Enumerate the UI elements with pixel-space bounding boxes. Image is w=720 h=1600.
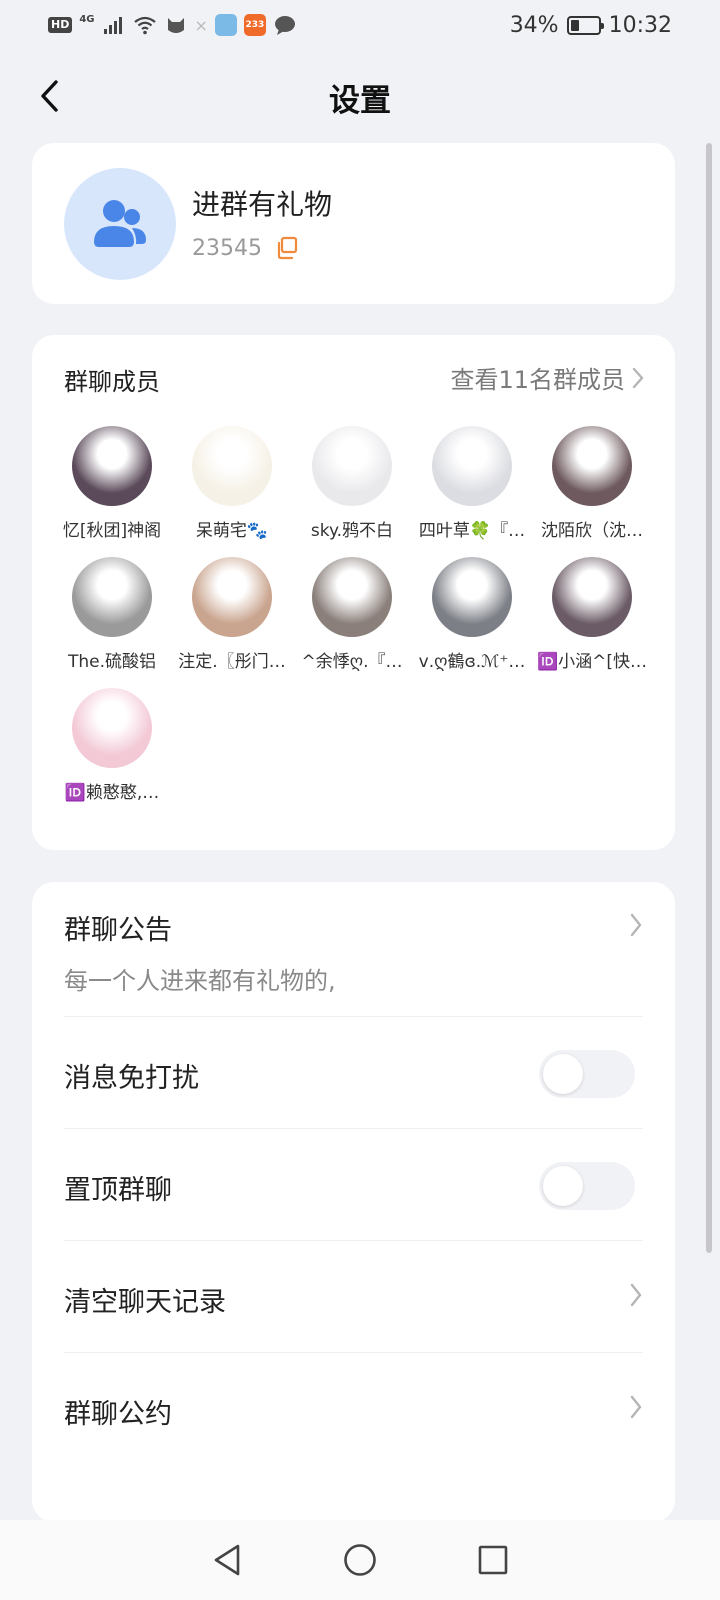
member-name: ^余悸ღ.『… bbox=[301, 652, 403, 672]
app-233-icon: 233 bbox=[243, 14, 266, 36]
member-item[interactable]: 注定.〖彤门… bbox=[172, 557, 292, 672]
pin-chat-toggle[interactable] bbox=[539, 1162, 635, 1210]
scrollbar[interactable] bbox=[706, 143, 712, 1253]
chevron-left-icon bbox=[41, 80, 58, 112]
page-header: 设置 bbox=[0, 62, 720, 132]
battery-percent: 34% bbox=[509, 12, 559, 38]
status-icons-right: 34% 10:32 bbox=[510, 13, 672, 38]
battery-icon bbox=[566, 15, 604, 35]
home-circle-icon bbox=[344, 1544, 376, 1576]
chevron-right-icon bbox=[630, 1283, 642, 1307]
members-section-title: 群聊成员 bbox=[64, 368, 160, 396]
group-name: 进群有礼物 bbox=[192, 188, 333, 221]
chevron-right-icon bbox=[630, 1395, 642, 1419]
member-avatar bbox=[72, 557, 152, 637]
hd-icon: HD bbox=[48, 17, 73, 33]
member-item[interactable]: 🆔赖憨憨,… bbox=[52, 688, 172, 803]
member-item[interactable]: 🆔小涵^[快… bbox=[532, 557, 652, 672]
member-item[interactable]: 忆[秋团]神阁 bbox=[52, 426, 172, 541]
member-avatar bbox=[312, 557, 392, 637]
recents-square-icon bbox=[479, 1545, 508, 1575]
view-all-members-link[interactable]: 查看11名群成员 bbox=[450, 360, 645, 395]
member-name: 四叶草🍀『… bbox=[418, 521, 526, 541]
pin-chat-row: 置顶群聊 bbox=[64, 1130, 643, 1241]
member-item[interactable]: 呆萌宅🐾 bbox=[172, 426, 292, 541]
app-icon bbox=[214, 14, 237, 36]
chat-bubble-icon bbox=[274, 16, 295, 35]
copy-icon[interactable] bbox=[274, 235, 300, 261]
status-bar: HD 4G × 233 34% 10:32 bbox=[0, 0, 720, 50]
chevron-right-icon bbox=[630, 913, 642, 937]
member-avatar bbox=[312, 426, 392, 506]
member-name: ⅴ.ღ鶴ɞ.ℳ⁺… bbox=[418, 652, 526, 672]
member-name: 忆[秋团]神阁 bbox=[62, 521, 162, 541]
clock: 10:32 bbox=[608, 12, 672, 38]
network-type: 4G bbox=[79, 13, 95, 25]
member-name: 沈陌欣（沈… bbox=[541, 521, 643, 541]
member-item[interactable]: The.硫酸铝 bbox=[52, 557, 172, 672]
member-avatar bbox=[552, 426, 632, 506]
member-avatar bbox=[432, 557, 512, 637]
cat-icon bbox=[167, 18, 184, 33]
toggle-knob bbox=[543, 1166, 583, 1206]
group-info-card[interactable]: 进群有礼物 23545 bbox=[32, 143, 675, 304]
page-title: 设置 bbox=[329, 82, 391, 119]
announcement-row[interactable]: 群聊公告 每一个人进来都有礼物的, bbox=[64, 902, 643, 1017]
announcement-text: 每一个人进来都有礼物的, bbox=[64, 967, 336, 995]
nav-recents-button[interactable] bbox=[469, 1536, 517, 1584]
battery-level bbox=[570, 19, 580, 31]
group-id-row: 23545 bbox=[192, 235, 300, 261]
status-icons-left: HD 4G × 233 bbox=[48, 14, 297, 36]
announcement-label: 群聊公告 bbox=[64, 915, 172, 946]
member-name: 注定.〖彤门… bbox=[178, 652, 286, 672]
group-settings-card: 群聊公告 每一个人进来都有礼物的, 消息免打扰 置顶群聊 清空聊天记录 群聊公约 bbox=[32, 882, 675, 1522]
signal-icon bbox=[103, 17, 122, 34]
toggle-knob bbox=[543, 1054, 583, 1094]
member-item[interactable]: sky.鸦不白 bbox=[292, 426, 412, 541]
nav-home-button[interactable] bbox=[336, 1536, 384, 1584]
member-name: 🆔小涵^[快… bbox=[536, 652, 648, 672]
group-avatar bbox=[64, 168, 176, 280]
system-nav-bar bbox=[0, 1520, 720, 1600]
do-not-disturb-row: 消息免打扰 bbox=[64, 1018, 643, 1129]
member-avatar bbox=[192, 557, 272, 637]
wifi-icon bbox=[133, 16, 156, 35]
view-all-members-label: 查看11名群成员 bbox=[450, 366, 625, 394]
do-not-disturb-toggle[interactable] bbox=[539, 1050, 635, 1098]
group-users-icon bbox=[94, 200, 146, 247]
chevron-right-icon bbox=[632, 367, 644, 388]
member-item[interactable]: ^余悸ღ.『… bbox=[292, 557, 412, 672]
back-triangle-icon bbox=[214, 1544, 239, 1576]
settings-screen: HD 4G × 233 34% 10:32 设置 进群有礼物 23545 群聊成… bbox=[0, 0, 720, 1600]
group-rules-row[interactable]: 群聊公约 bbox=[64, 1354, 643, 1465]
nav-back-button[interactable] bbox=[203, 1536, 251, 1584]
member-item[interactable]: 沈陌欣（沈… bbox=[532, 426, 652, 541]
member-avatar bbox=[432, 426, 512, 506]
member-name: 呆萌宅🐾 bbox=[195, 521, 269, 541]
back-button[interactable] bbox=[30, 76, 70, 116]
member-avatar bbox=[192, 426, 272, 506]
clear-history-row[interactable]: 清空聊天记录 bbox=[64, 1242, 643, 1353]
members-grid: 忆[秋团]神阁 呆萌宅🐾 sky.鸦不白 四叶草🍀『… 沈陌欣（沈… The.硫酸铝 注定.… bbox=[52, 426, 652, 803]
clear-history-label: 清空聊天记录 bbox=[64, 1287, 226, 1318]
group-members-card: 群聊成员 查看11名群成员 忆[秋团]神阁 呆萌宅🐾 sky.鸦不白 四叶草🍀『… 沈陌… bbox=[32, 335, 675, 850]
member-avatar bbox=[72, 688, 152, 768]
member-avatar bbox=[552, 557, 632, 637]
member-item[interactable]: 四叶草🍀『… bbox=[412, 426, 532, 541]
member-item[interactable]: ⅴ.ღ鶴ɞ.ℳ⁺… bbox=[412, 557, 532, 672]
member-name: sky.鸦不白 bbox=[310, 521, 394, 541]
member-avatar bbox=[72, 426, 152, 506]
close-icon: × bbox=[194, 15, 208, 35]
group-id: 23545 bbox=[192, 235, 262, 261]
member-name: 🆔赖憨憨,… bbox=[64, 783, 160, 803]
member-name: The.硫酸铝 bbox=[67, 652, 157, 672]
group-rules-label: 群聊公约 bbox=[64, 1399, 172, 1430]
